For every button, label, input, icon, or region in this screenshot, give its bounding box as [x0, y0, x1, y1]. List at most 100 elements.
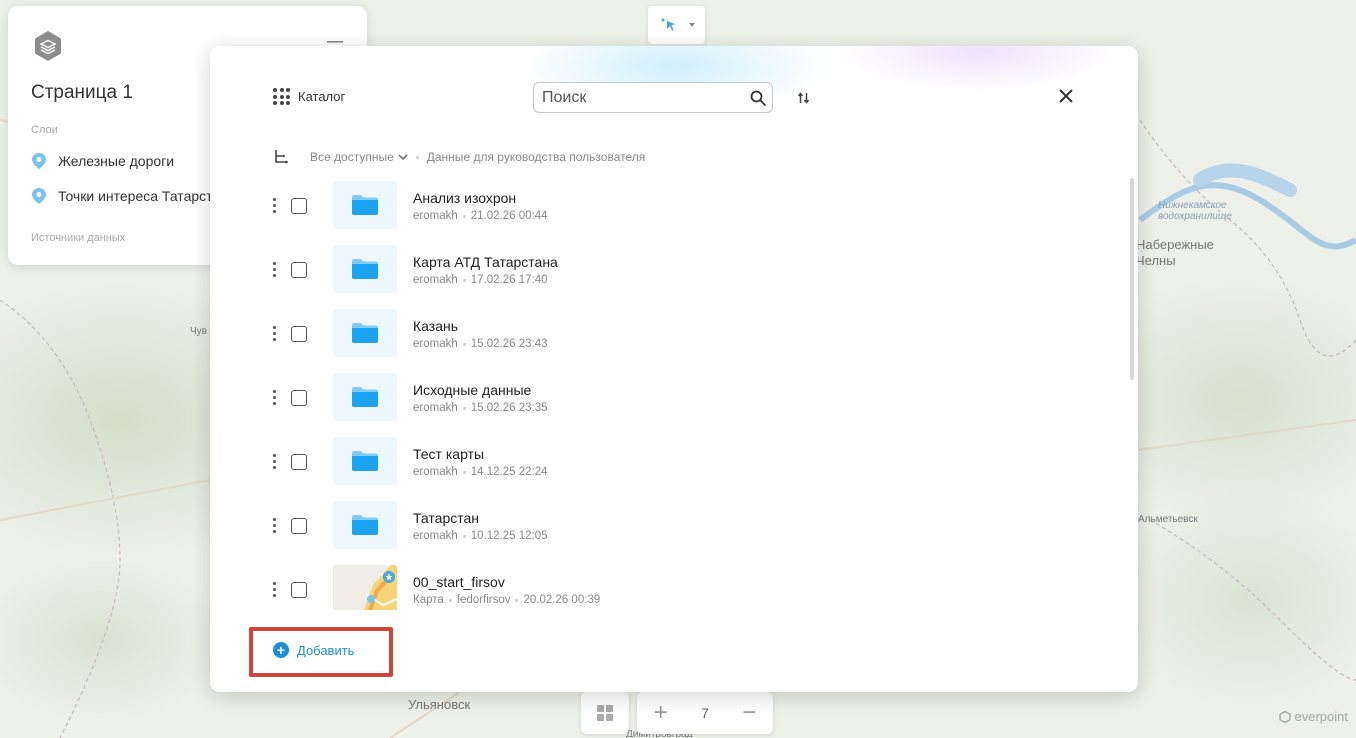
- kebab-menu-icon[interactable]: [270, 262, 278, 280]
- item-meta: eromakh 17.02.26 17:40: [413, 274, 548, 286]
- item-author: eromakh: [413, 274, 458, 286]
- brand-hex-icon: [1278, 710, 1291, 723]
- sources-section-label: Источники данных: [31, 232, 126, 244]
- item-author: eromakh: [413, 530, 458, 542]
- search-box: [533, 82, 773, 113]
- catalog-list[interactable]: Анализ изохрон eromakh 21.02.26 00:44 Ка…: [210, 178, 1130, 610]
- apps-grid-icon: [273, 88, 290, 105]
- meta-separator: [448, 598, 452, 602]
- item-checkbox[interactable]: [291, 390, 307, 406]
- zoom-out-button[interactable]: −: [742, 701, 756, 725]
- kebab-menu-icon[interactable]: [270, 454, 278, 472]
- item-date: 21.02.26 00:44: [470, 210, 548, 222]
- catalog-title: Каталог: [298, 89, 346, 104]
- cursor-select-icon: [661, 18, 675, 31]
- meta-separator: [462, 470, 466, 474]
- item-date: 10.12.25 12:05: [470, 530, 548, 542]
- scope-dropdown[interactable]: Все доступные: [310, 150, 408, 164]
- list-item[interactable]: Исходные данные eromakh 15.02.26 23:35: [210, 370, 1130, 434]
- item-date: 15.02.26 23:43: [470, 338, 548, 350]
- sort-icon[interactable]: [796, 90, 812, 106]
- map-label-ulyanovsk: Ульяновск: [408, 697, 471, 712]
- meta-separator: [462, 406, 466, 410]
- item-title[interactable]: Исходные данные: [413, 382, 531, 398]
- list-item[interactable]: Татарстан eromakh 10.12.25 12:05: [210, 498, 1130, 562]
- item-type: Карта: [413, 594, 444, 606]
- app-logo-icon[interactable]: [32, 30, 64, 62]
- page-title[interactable]: Страница 1: [31, 82, 133, 104]
- layer-item-label: Точки интереса Татарст: [58, 188, 213, 204]
- kebab-menu-icon[interactable]: [270, 326, 278, 344]
- item-date: 15.02.26 23:35: [470, 402, 548, 414]
- zoom-in-button[interactable]: +: [654, 701, 668, 725]
- folder-icon: [333, 245, 397, 293]
- item-meta: Карта fedorfirsov 20.02.26 00:39: [413, 594, 600, 606]
- catalog-modal: Каталог Все доступные Данные для руковод…: [210, 46, 1138, 692]
- brand-logo: everpoint: [1278, 709, 1348, 724]
- zoom-control: + 7 −: [637, 692, 773, 734]
- list-item[interactable]: Тест карты eromakh 14.12.25 22:24: [210, 434, 1130, 498]
- folder-icon: [333, 501, 397, 549]
- item-title[interactable]: Карта АТД Татарстана: [413, 254, 558, 270]
- item-title[interactable]: Татарстан: [413, 510, 479, 526]
- list-item[interactable]: Анализ изохрон eromakh 21.02.26 00:44: [210, 178, 1130, 242]
- grid-icon: [597, 705, 613, 721]
- tree-icon[interactable]: [274, 150, 288, 164]
- kebab-menu-icon[interactable]: [270, 582, 278, 600]
- item-author: fedorfirsov: [456, 594, 511, 606]
- meta-separator: [462, 534, 466, 538]
- layers-section-label: Слои: [31, 124, 58, 136]
- basemap-toggle-button[interactable]: [581, 692, 629, 734]
- item-checkbox[interactable]: [291, 454, 307, 470]
- meta-separator: [462, 214, 466, 218]
- map-preview-icon: [333, 565, 397, 610]
- item-title[interactable]: Казань: [413, 318, 458, 334]
- item-checkbox[interactable]: [291, 198, 307, 214]
- list-item[interactable]: 00_start_firsov Карта fedorfirsov 20.02.…: [210, 562, 1130, 610]
- item-checkbox[interactable]: [291, 262, 307, 278]
- list-item[interactable]: Казань eromakh 15.02.26 23:43: [210, 306, 1130, 370]
- search-icon[interactable]: [750, 90, 766, 106]
- item-checkbox[interactable]: [291, 582, 307, 598]
- map-label-reservoir: Нижнекамское водохранилище: [1158, 200, 1232, 222]
- layer-item-railways[interactable]: Железные дороги: [32, 153, 174, 169]
- list-scrollbar[interactable]: [1130, 178, 1134, 380]
- zoom-level: 7: [701, 705, 709, 721]
- kebab-menu-icon[interactable]: [270, 198, 278, 216]
- breadcrumb-folder[interactable]: Данные для руководства пользователя: [427, 150, 646, 164]
- add-button[interactable]: + Добавить: [273, 642, 354, 658]
- breadcrumb-separator: [415, 155, 419, 159]
- layer-item-label: Железные дороги: [58, 153, 175, 169]
- kebab-menu-icon[interactable]: [270, 390, 278, 408]
- item-checkbox[interactable]: [291, 326, 307, 342]
- add-button-label: Добавить: [297, 642, 355, 658]
- item-date: 14.12.25 22:24: [470, 466, 548, 478]
- catalog-header: Каталог: [273, 88, 345, 105]
- item-author: eromakh: [413, 210, 458, 222]
- chevron-down-icon: [398, 154, 408, 161]
- breadcrumb: Все доступные Данные для руководства пол…: [274, 150, 645, 164]
- folder-icon: [333, 181, 397, 229]
- map-pin-icon: [32, 153, 46, 169]
- close-icon[interactable]: [1058, 88, 1074, 104]
- map-label-chelny: Набережные Челны: [1136, 237, 1214, 268]
- item-checkbox[interactable]: [291, 518, 307, 534]
- map-label-chuvash: Чув: [190, 326, 207, 337]
- search-input[interactable]: [542, 88, 750, 107]
- item-title[interactable]: 00_start_firsov: [413, 574, 505, 590]
- layer-item-poi[interactable]: Точки интереса Татарст: [32, 188, 213, 204]
- item-meta: eromakh 15.02.26 23:43: [413, 338, 548, 350]
- item-author: eromakh: [413, 402, 458, 414]
- plus-circle-icon: +: [273, 642, 289, 658]
- map-pin-icon: [32, 188, 46, 204]
- item-title[interactable]: Тест карты: [413, 446, 484, 462]
- list-item[interactable]: Карта АТД Татарстана eromakh 17.02.26 17…: [210, 242, 1130, 306]
- kebab-menu-icon[interactable]: [270, 518, 278, 536]
- item-meta: eromakh 10.12.25 12:05: [413, 530, 548, 542]
- meta-separator: [462, 342, 466, 346]
- meta-separator: [462, 278, 466, 282]
- item-title[interactable]: Анализ изохрон: [413, 190, 516, 206]
- item-meta: eromakh 15.02.26 23:35: [413, 402, 548, 414]
- map-thumbnail: [333, 565, 397, 610]
- select-tool-button[interactable]: [648, 6, 705, 44]
